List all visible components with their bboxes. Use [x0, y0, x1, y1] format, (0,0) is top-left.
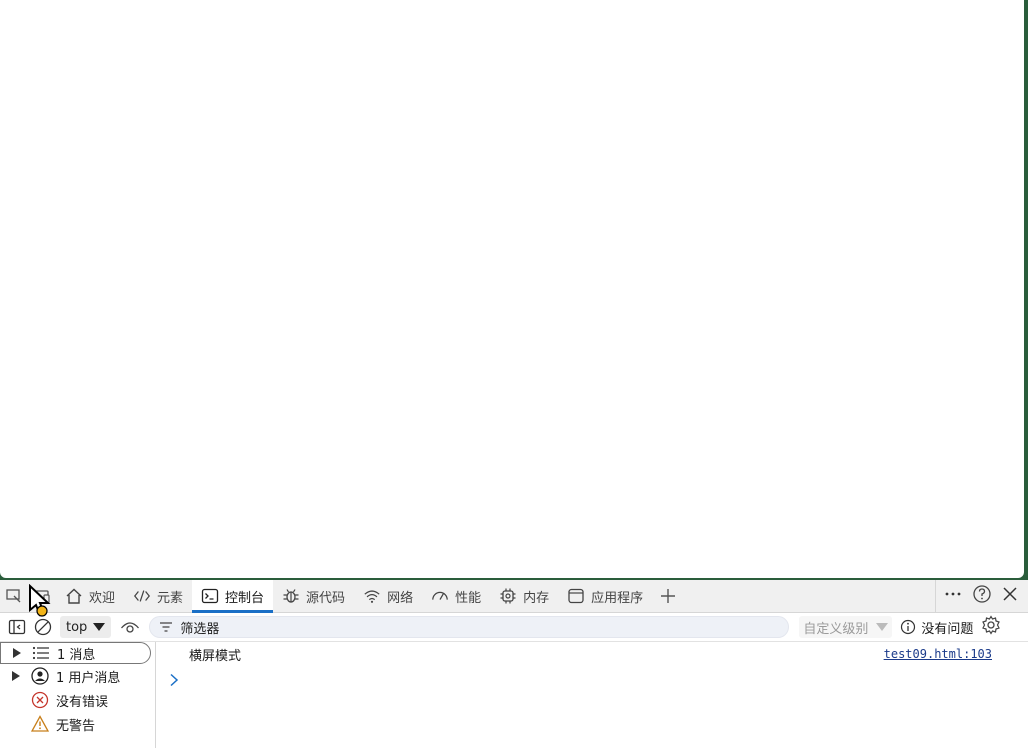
- console-prompt[interactable]: [157, 666, 1028, 694]
- devtools-panel: 欢迎 元素 控制台 源代码 网络 性能 内存 应用程序 top 筛选器 自定义级…: [0, 580, 1028, 748]
- context-select[interactable]: top: [60, 616, 112, 638]
- issues-button[interactable]: 没有问题: [900, 618, 973, 637]
- levels-label: 自定义级别: [803, 621, 869, 637]
- sidebar-item-label: 1 用户消息: [56, 670, 121, 686]
- bug-icon: [282, 587, 300, 605]
- expand-arrow-icon[interactable]: [12, 671, 24, 681]
- console-message: 横屏模式 test09.html:103: [157, 642, 1028, 666]
- sidebar-item-label: 1 消息: [57, 647, 96, 663]
- tab-sources[interactable]: 源代码: [273, 580, 354, 612]
- console-icon: [201, 587, 219, 605]
- tab-label: 欢迎: [89, 590, 116, 606]
- tab-label: 控制台: [225, 590, 265, 606]
- console-toolbar: top 筛选器 自定义级别 没有问题: [0, 613, 1028, 642]
- help-button[interactable]: [972, 584, 992, 608]
- eye-icon: [121, 622, 140, 633]
- filter-input[interactable]: 筛选器: [149, 616, 790, 638]
- error-icon: [30, 691, 50, 709]
- inspect-icon: [6, 589, 21, 603]
- tabbar-actions: [935, 580, 1028, 612]
- list-icon: [31, 645, 51, 661]
- tab-label: 源代码: [306, 590, 346, 606]
- tab-label: 应用程序: [591, 590, 644, 606]
- context-value: top: [66, 619, 88, 635]
- tab-label: 元素: [157, 590, 184, 606]
- clear-icon: [34, 618, 52, 636]
- tab-label: 内存: [523, 590, 550, 606]
- warning-icon: [30, 715, 50, 733]
- devtools-tabbar: 欢迎 元素 控制台 源代码 网络 性能 内存 应用程序: [0, 580, 1028, 613]
- sidebar-item-label: 没有错误: [56, 694, 109, 710]
- tab-label: 网络: [387, 590, 414, 606]
- more-icon: [945, 592, 961, 596]
- prompt-chevron-icon: [170, 673, 179, 687]
- gauge-icon: [431, 587, 449, 605]
- expand-arrow-icon[interactable]: [13, 648, 25, 658]
- tab-network[interactable]: 网络: [354, 580, 422, 612]
- mouse-cursor-icon: [29, 584, 51, 617]
- code-icon: [133, 587, 151, 605]
- user-icon: [30, 667, 50, 685]
- message-source-link[interactable]: test09.html:103: [884, 647, 992, 661]
- log-levels-select[interactable]: 自定义级别: [799, 616, 893, 638]
- wifi-icon: [363, 587, 381, 605]
- chip-icon: [499, 587, 517, 605]
- close-devtools-button[interactable]: [1002, 586, 1018, 606]
- console-settings-button[interactable]: [981, 615, 1001, 639]
- sidebar-item-warnings[interactable]: 无警告: [0, 712, 155, 736]
- sidebar-toggle-icon: [8, 619, 26, 635]
- home-icon: [65, 587, 83, 605]
- dropdown-triangle-icon: [93, 623, 106, 631]
- info-icon: [901, 619, 916, 635]
- gear-icon: [982, 615, 1001, 635]
- sidebar-item-errors[interactable]: 没有错误: [0, 688, 155, 712]
- more-tools-button[interactable]: [944, 585, 962, 607]
- tab-memory[interactable]: 内存: [490, 580, 558, 612]
- help-icon: [973, 585, 991, 603]
- console-sidebar: 1 消息 1 用户消息 没有错误 无警告: [0, 642, 156, 748]
- tab-welcome[interactable]: 欢迎: [56, 580, 124, 612]
- plus-icon: [661, 589, 676, 603]
- tab-application[interactable]: 应用程序: [558, 580, 652, 612]
- tab-performance[interactable]: 性能: [422, 580, 490, 612]
- tab-console[interactable]: 控制台: [192, 580, 274, 613]
- tab-elements[interactable]: 元素: [124, 580, 192, 612]
- inspect-element-button[interactable]: [0, 580, 28, 612]
- sidebar-item-messages[interactable]: 1 消息: [0, 642, 151, 664]
- add-tab-button[interactable]: [652, 580, 684, 612]
- filter-icon: [160, 622, 173, 632]
- sidebar-item-user-messages[interactable]: 1 用户消息: [0, 664, 155, 688]
- live-expression-button[interactable]: [117, 614, 143, 640]
- sidebar-item-label: 无警告: [56, 718, 96, 734]
- app-window-icon: [567, 587, 585, 605]
- tab-label: 性能: [455, 590, 482, 606]
- page-viewport: [0, 0, 1024, 578]
- console-output: 横屏模式 test09.html:103: [157, 642, 1028, 748]
- message-text: 横屏模式: [189, 648, 242, 664]
- dropdown-triangle-icon: [876, 623, 889, 631]
- filter-placeholder: 筛选器: [180, 621, 220, 637]
- close-icon: [1003, 587, 1017, 601]
- issues-label: 没有问题: [921, 621, 974, 637]
